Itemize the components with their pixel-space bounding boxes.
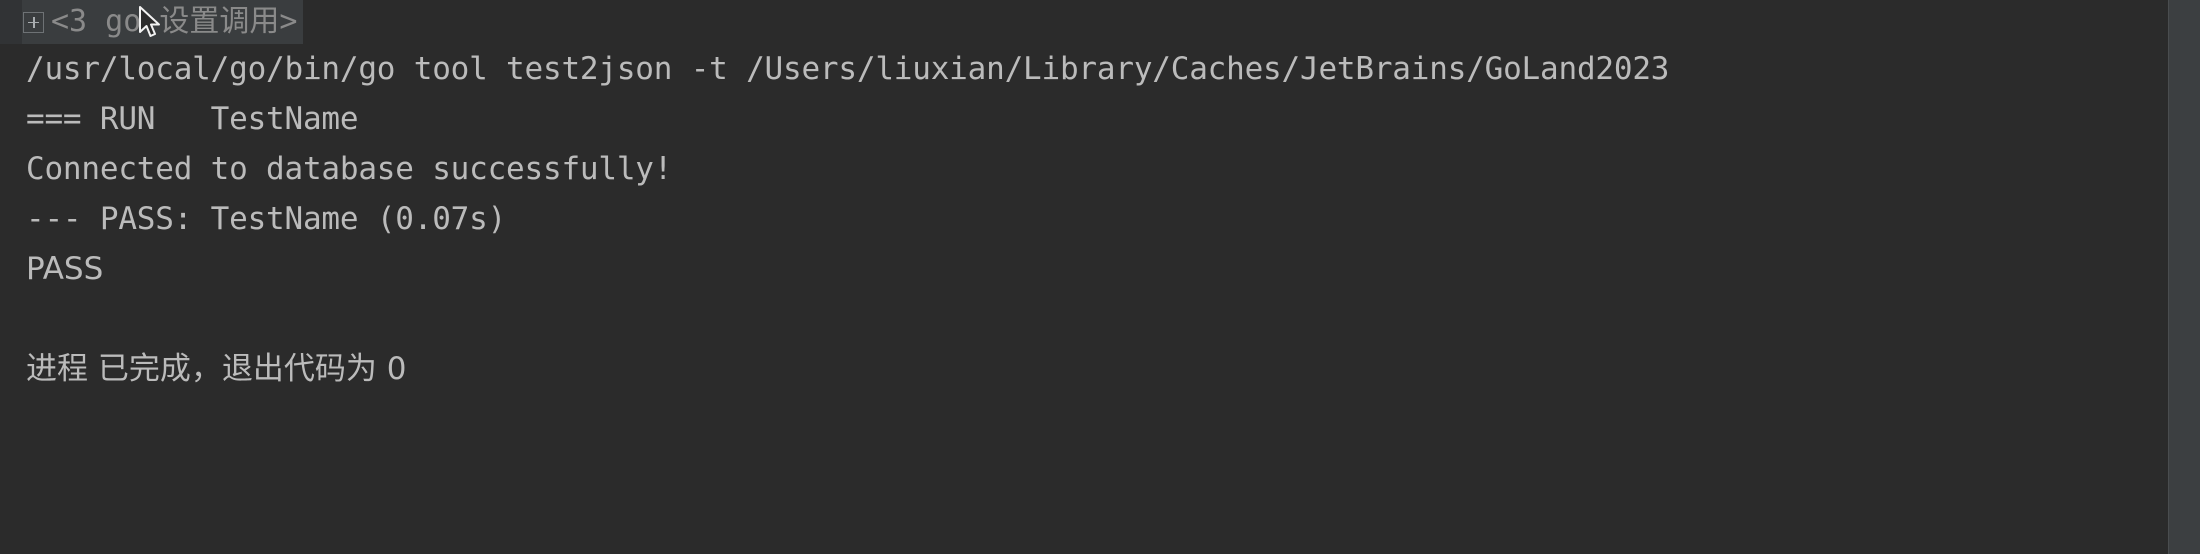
plus-icon[interactable] [23, 11, 44, 33]
console-line: PASS [26, 251, 104, 287]
console-line: /usr/local/go/bin/go tool test2json -t /… [26, 51, 1670, 87]
console-line: Connected to database successfully! [26, 151, 673, 187]
fold-placeholder-band[interactable]: <3 go 设置调用> [22, 0, 304, 44]
console-line: 进程 已完成，退出代码为 0 [26, 351, 407, 387]
console-line: --- PASS: TestName (0.07s) [26, 201, 507, 237]
console-line: === RUN TestName [26, 101, 359, 137]
fold-header-row[interactable]: <3 go 设置调用> [0, 0, 304, 44]
right-panel-divider [2168, 0, 2200, 554]
console-output[interactable]: /usr/local/go/bin/go tool test2json -t /… [0, 44, 2168, 554]
fold-gutter [0, 0, 22, 44]
fold-placeholder-label: <3 go 设置调用> [51, 4, 298, 39]
run-console-panel: <3 go 设置调用> /usr/local/go/bin/go tool te… [0, 0, 2200, 554]
